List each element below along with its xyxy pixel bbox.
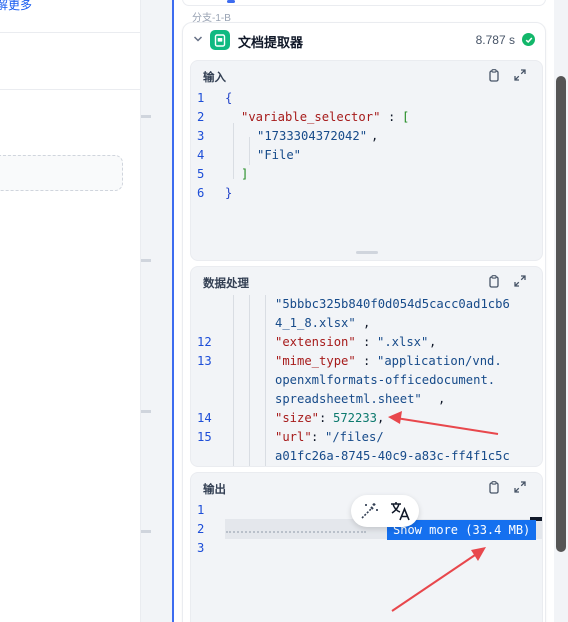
copy-icon[interactable]	[488, 481, 500, 494]
magic-wand-icon[interactable]	[359, 501, 379, 521]
code-token: {	[225, 91, 233, 105]
code-token: [	[402, 110, 410, 124]
line-number: 2	[197, 522, 205, 536]
input-code-viewer[interactable]: 1 { 2 "variable_selector" : [ 3 "1733304…	[191, 89, 542, 260]
canvas-gutter	[141, 0, 171, 622]
copy-icon[interactable]	[488, 69, 500, 82]
code-string: "File"	[257, 148, 302, 162]
code-string: 4_1_8.xlsx"	[275, 316, 356, 330]
gutter-mark	[141, 259, 151, 262]
line-number: 1	[197, 91, 205, 105]
node-elapsed-time: 8.787 s	[475, 33, 515, 47]
process-data-section: 数据处理 "5bbbc325b840f0d054d5cacc0ad1cb6 4_…	[190, 266, 543, 467]
code-string: spreadsheetml.sheet"	[275, 392, 422, 406]
line-number: 14	[197, 411, 212, 425]
process-code-viewer[interactable]: "5bbbc325b840f0d054d5cacc0ad1cb6 4_1_8.x…	[191, 295, 542, 466]
section-title-output: 输出	[203, 484, 226, 496]
code-string: ".xlsx"	[377, 335, 429, 349]
translate-icon[interactable]	[389, 499, 413, 523]
line-number: 13	[197, 354, 212, 368]
node-header[interactable]: 文档提取器 8.787 s	[183, 23, 545, 57]
code-token: ,	[371, 129, 379, 143]
code-token: :	[363, 354, 378, 368]
line-number: 3	[197, 541, 205, 555]
code-string: "application/vnd.	[377, 354, 502, 368]
expand-icon[interactable]	[514, 275, 526, 287]
success-check-icon	[522, 33, 535, 46]
code-string: "/files/	[325, 430, 384, 444]
line-number: 5	[197, 167, 205, 181]
code-key: "extension"	[275, 335, 356, 349]
expand-icon[interactable]	[514, 69, 526, 81]
line-number: 2	[197, 110, 205, 124]
section-title-input: 输入	[203, 72, 226, 84]
code-token: :	[319, 411, 334, 425]
code-key: "mime_type"	[275, 354, 356, 368]
left-pane: 解更多	[0, 0, 141, 622]
line-number: 4	[197, 148, 205, 162]
gutter-mark	[141, 115, 151, 118]
code-token: :	[311, 430, 326, 444]
resize-handle[interactable]	[356, 251, 378, 254]
dashed-input-box[interactable]	[0, 155, 123, 191]
node-card: 文档提取器 8.787 s 输入 1 { 2 "variable_selecto…	[182, 22, 546, 622]
code-string: "5bbbc325b840f0d054d5cacc0ad1cb6	[275, 297, 510, 311]
gutter-mark	[141, 410, 151, 413]
copy-icon[interactable]	[488, 275, 500, 288]
section-header: 输入	[191, 61, 542, 89]
code-token: ,	[429, 335, 437, 349]
code-token: :	[388, 110, 403, 124]
floating-toolbar	[351, 495, 419, 527]
node-title: 文档提取器	[238, 35, 304, 50]
code-token: ,	[377, 411, 385, 425]
code-token: }	[225, 186, 233, 200]
code-string: "1733304372042"	[257, 129, 368, 143]
code-token: ]	[241, 167, 249, 181]
line-number: 12	[197, 335, 212, 349]
run-detail-panel: 分支-1-B 文档提取器 8.787 s 输入 1 {2 "variable_…	[172, 0, 560, 622]
line-number: 6	[197, 186, 205, 200]
input-section: 输入 1 { 2 "variable_selector" : [ 3 "1733…	[190, 60, 543, 261]
line-number: 3	[197, 129, 205, 143]
section-title-process: 数据处理	[203, 278, 249, 290]
expand-icon[interactable]	[514, 481, 526, 493]
code-key: "variable_selector"	[241, 110, 381, 124]
document-extractor-icon	[210, 30, 230, 50]
folded-content-dots	[226, 531, 366, 533]
code-number: 572233	[333, 411, 378, 425]
code-string: a01fc26a-8745-40c9-a83c-ff4f1c5c	[275, 449, 510, 463]
line-number: 1	[197, 503, 205, 517]
previous-node-card[interactable]	[182, 0, 546, 6]
code-token: ,	[438, 392, 446, 406]
code-key: "url"	[275, 430, 312, 444]
divider	[0, 32, 140, 33]
line-number: 15	[197, 430, 212, 444]
code-token: :	[363, 335, 378, 349]
chevron-down-icon[interactable]	[193, 34, 203, 44]
section-header: 数据处理	[191, 267, 542, 295]
code-string: openxmlformats-officedocument.	[275, 373, 496, 387]
gutter-mark	[141, 530, 151, 533]
learn-more-link[interactable]: 解更多	[0, 0, 32, 13]
code-token: ,	[363, 316, 371, 330]
code-key: "size"	[275, 411, 320, 425]
scrollbar-thumb[interactable]	[556, 76, 566, 552]
divider	[0, 89, 140, 90]
